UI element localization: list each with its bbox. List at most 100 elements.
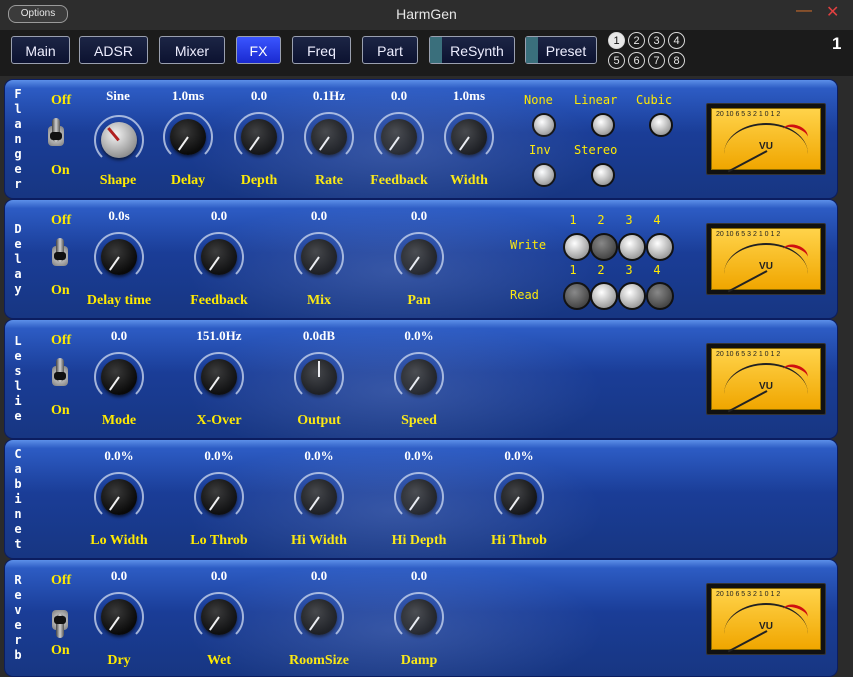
tab-freq[interactable]: Freq bbox=[292, 36, 351, 64]
reverb-wet-value: 0.0 bbox=[210, 568, 228, 583]
flanger-none-button[interactable] bbox=[532, 113, 556, 137]
delay-mix-value: 0.0 bbox=[310, 208, 328, 223]
flanger-width-knob[interactable] bbox=[444, 112, 494, 162]
slot-2-button[interactable]: 2 bbox=[628, 32, 645, 49]
reverb-wet-knob[interactable] bbox=[194, 592, 244, 642]
slot-1-button[interactable]: 1 bbox=[608, 32, 625, 49]
tab-preset[interactable]: Preset bbox=[525, 36, 597, 64]
reverb-switch[interactable] bbox=[47, 602, 73, 638]
reverb-dry-label: Dry bbox=[107, 653, 131, 668]
delay-off-label: Off bbox=[51, 213, 72, 228]
delay-vu-meter: 20 10 6 5 3 2 1 0 1 2 VU bbox=[706, 223, 826, 295]
write-tap-1-button[interactable] bbox=[563, 233, 591, 261]
slot-6-button[interactable]: 6 bbox=[628, 52, 645, 69]
leslie-output-knob[interactable] bbox=[294, 352, 344, 402]
flanger-stereo-button[interactable] bbox=[591, 163, 615, 187]
leslie-on-label: On bbox=[51, 403, 70, 418]
delay-title: Delay bbox=[14, 221, 22, 296]
cabinet-title: Cabinet bbox=[14, 446, 22, 551]
tab-fx[interactable]: FX bbox=[236, 36, 281, 64]
read-tap-2-number: 2 bbox=[597, 263, 605, 277]
write-label: Write bbox=[510, 238, 547, 252]
title-bar: Options HarmGen — ✕ bbox=[0, 0, 853, 30]
delay-switch[interactable] bbox=[47, 238, 73, 274]
tab-part[interactable]: Part bbox=[362, 36, 418, 64]
flanger-stereo-label: Stereo bbox=[574, 143, 618, 157]
leslie-switch[interactable] bbox=[47, 358, 73, 394]
flanger-linear-label: Linear bbox=[574, 93, 618, 107]
vu-scale: 20 10 6 5 3 2 1 0 1 2 bbox=[716, 231, 781, 238]
flanger-cubic-button[interactable] bbox=[649, 113, 673, 137]
slot-8-button[interactable]: 8 bbox=[668, 52, 685, 69]
leslie-xover-knob[interactable] bbox=[194, 352, 244, 402]
cabinet-hi-depth-value: 0.0% bbox=[404, 448, 434, 463]
vu-scale: 20 10 6 5 3 2 1 0 1 2 bbox=[716, 591, 781, 598]
flanger-on-label: On bbox=[51, 163, 70, 178]
delay-feedback-knob[interactable] bbox=[194, 232, 244, 282]
tab-resynth[interactable]: ReSynth bbox=[429, 36, 515, 64]
leslie-off-label: Off bbox=[51, 333, 72, 348]
delay-mix-knob[interactable] bbox=[294, 232, 344, 282]
flanger-inv-button[interactable] bbox=[532, 163, 556, 187]
flanger-inv-label: Inv bbox=[529, 143, 551, 157]
leslie-mode-value: 0.0 bbox=[110, 328, 128, 343]
tab-main[interactable]: Main bbox=[11, 36, 70, 64]
cabinet-hi-throb-knob[interactable] bbox=[494, 472, 544, 522]
flanger-linear-button[interactable] bbox=[591, 113, 615, 137]
leslie-mode-knob[interactable] bbox=[94, 352, 144, 402]
reverb-damp-label: Damp bbox=[400, 653, 438, 668]
leslie-xover-label: X-Over bbox=[196, 413, 242, 428]
flanger-rate-knob[interactable] bbox=[304, 112, 354, 162]
read-tap-4-button[interactable] bbox=[646, 282, 674, 310]
flanger-switch[interactable] bbox=[43, 118, 69, 154]
write-tap-3-button[interactable] bbox=[618, 233, 646, 261]
leslie-xover-value: 151.0Hz bbox=[196, 328, 242, 343]
delay-pan-label: Pan bbox=[407, 293, 431, 308]
read-tap-3-button[interactable] bbox=[618, 282, 646, 310]
flanger-shape-knob[interactable] bbox=[94, 115, 144, 165]
flanger-title: Flanger bbox=[14, 86, 22, 191]
tab-mixer[interactable]: Mixer bbox=[159, 36, 225, 64]
minimize-icon[interactable]: — bbox=[796, 2, 812, 20]
flanger-delay-knob[interactable] bbox=[163, 112, 213, 162]
reverb-title: Reverb bbox=[14, 573, 22, 662]
flanger-none-label: None bbox=[524, 93, 553, 107]
leslie-mode-label: Mode bbox=[101, 413, 137, 428]
reverb-damp-value: 0.0 bbox=[410, 568, 428, 583]
write-tap-3-number: 3 bbox=[625, 213, 633, 227]
slot-3-button[interactable]: 3 bbox=[648, 32, 665, 49]
write-tap-4-button[interactable] bbox=[646, 233, 674, 261]
cabinet-lo-throb-knob[interactable] bbox=[194, 472, 244, 522]
reverb-dry-knob[interactable] bbox=[94, 592, 144, 642]
window-title: HarmGen bbox=[396, 6, 457, 22]
flanger-panel: Flanger Off On Sine Shape 1.0ms Delay 0.… bbox=[4, 79, 838, 199]
read-tap-1-button[interactable] bbox=[563, 282, 591, 310]
flanger-depth-knob[interactable] bbox=[234, 112, 284, 162]
flanger-width-value: 1.0ms bbox=[452, 88, 486, 103]
reverb-vu-meter: 20 10 6 5 3 2 1 0 1 2 VU bbox=[706, 583, 826, 655]
leslie-speed-knob[interactable] bbox=[394, 352, 444, 402]
close-icon[interactable]: ✕ bbox=[826, 2, 839, 22]
slot-4-button[interactable]: 4 bbox=[668, 32, 685, 49]
delay-time-knob[interactable] bbox=[94, 232, 144, 282]
cabinet-hi-width-label: Hi Width bbox=[291, 533, 347, 548]
cabinet-lo-width-knob[interactable] bbox=[94, 472, 144, 522]
cabinet-hi-depth-knob[interactable] bbox=[394, 472, 444, 522]
slot-5-button[interactable]: 5 bbox=[608, 52, 625, 69]
cabinet-hi-width-knob[interactable] bbox=[294, 472, 344, 522]
write-tap-1-number: 1 bbox=[569, 213, 577, 227]
read-tap-2-button[interactable] bbox=[590, 282, 618, 310]
delay-on-label: On bbox=[51, 283, 70, 298]
tab-adsr[interactable]: ADSR bbox=[79, 36, 148, 64]
flanger-width-label: Width bbox=[450, 173, 488, 188]
reverb-damp-knob[interactable] bbox=[394, 592, 444, 642]
delay-feedback-value: 0.0 bbox=[210, 208, 228, 223]
delay-pan-knob[interactable] bbox=[394, 232, 444, 282]
delay-pan-value: 0.0 bbox=[410, 208, 428, 223]
write-tap-4-number: 4 bbox=[653, 213, 661, 227]
cabinet-lo-throb-value: 0.0% bbox=[204, 448, 234, 463]
reverb-roomsize-knob[interactable] bbox=[294, 592, 344, 642]
slot-7-button[interactable]: 7 bbox=[648, 52, 665, 69]
write-tap-2-button[interactable] bbox=[590, 233, 618, 261]
flanger-feedback-knob[interactable] bbox=[374, 112, 424, 162]
